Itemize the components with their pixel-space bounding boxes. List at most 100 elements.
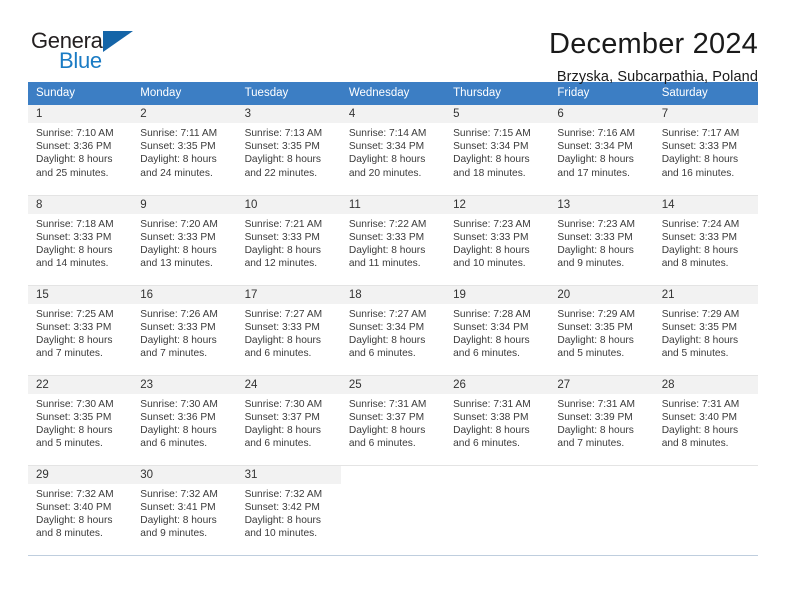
- calendar-day-cell[interactable]: 26 Sunrise: 7:31 AM Sunset: 3:38 PM Dayligh…: [445, 375, 550, 466]
- sunset-text: Sunset: 3:33 PM: [244, 321, 320, 333]
- calendar-day-cell[interactable]: 1 Sunrise: 7:10 AM Sunset: 3:36 PM Daylight…: [28, 105, 133, 196]
- calendar-day-cell[interactable]: 22 Sunrise: 7:30 AM Sunset: 3:35 PM Dayligh…: [28, 375, 133, 466]
- calendar-day-cell[interactable]: 2 Sunrise: 7:11 AM Sunset: 3:35 PM Daylight…: [132, 105, 237, 196]
- day-sun-info: Sunrise: 7:23 AM Sunset: 3:33 PM Daylight:…: [445, 214, 549, 271]
- sunset-text: Sunset: 3:35 PM: [36, 411, 112, 423]
- sunset-text: Sunset: 3:40 PM: [661, 411, 738, 423]
- day-number: 14: [653, 195, 758, 214]
- calendar-day-cell[interactable]: 12 Sunrise: 7:23 AM Sunset: 3:33 PM Dayligh…: [445, 195, 550, 286]
- calendar-day-cell[interactable]: 3 Sunrise: 7:13 AM Sunset: 3:35 PM Daylight…: [236, 105, 341, 196]
- day-number: 22: [28, 375, 133, 394]
- calendar-day-cell[interactable]: 9 Sunrise: 7:20 AM Sunset: 3:33 PM Daylight…: [132, 195, 237, 286]
- sunrise-text: Sunrise: 7:14 AM: [348, 128, 427, 139]
- calendar-day-cell[interactable]: 7 Sunrise: 7:17 AM Sunset: 3:33 PM Daylight…: [653, 105, 758, 196]
- page-title: December 2024: [549, 28, 758, 60]
- day-number: 3: [236, 105, 341, 123]
- day-sun-info: Sunrise: 7:22 AM Sunset: 3:33 PM Daylight:…: [341, 214, 445, 271]
- day-sun-info: Sunrise: 7:24 AM Sunset: 3:33 PM Daylight:…: [654, 214, 758, 271]
- calendar-day-cell[interactable]: 17 Sunrise: 7:27 AM Sunset: 3:33 PM Dayligh…: [236, 285, 341, 376]
- daylight-text-line1: Daylight: 8 hours: [557, 424, 634, 436]
- day-number: 25: [340, 375, 446, 394]
- calendar-day-cell[interactable]: 5 Sunrise: 7:15 AM Sunset: 3:34 PM Daylight…: [445, 105, 550, 196]
- day-number: 18: [340, 285, 446, 304]
- daylight-text-line1: Daylight: 8 hours: [453, 244, 530, 256]
- day-number: 15: [28, 285, 133, 304]
- calendar-day-cell[interactable]: 11 Sunrise: 7:22 AM Sunset: 3:33 PM Dayligh…: [340, 195, 446, 286]
- day-number: 6: [549, 105, 654, 123]
- calendar-header-row: Sunday Monday Tuesday Wednesday Thursday…: [28, 82, 758, 105]
- day-sun-info: Sunrise: 7:11 AM Sunset: 3:35 PM Daylight:…: [132, 123, 236, 180]
- day-number: 5: [445, 105, 550, 123]
- daylight-text-line1: Daylight: 8 hours: [661, 244, 739, 256]
- calendar-day-cell[interactable]: 23 Sunrise: 7:30 AM Sunset: 3:36 PM Dayligh…: [132, 375, 237, 466]
- daylight-text-line2: and 7 minutes.: [557, 438, 625, 450]
- sunset-text: Sunset: 3:36 PM: [36, 141, 112, 153]
- calendar-day-cell[interactable]: 10 Sunrise: 7:21 AM Sunset: 3:33 PM Dayligh…: [236, 195, 341, 286]
- calendar-day-cell[interactable]: 29 Sunrise: 7:32 AM Sunset: 3:40 PM Dayligh…: [28, 465, 133, 556]
- day-number: 1: [28, 105, 133, 123]
- sunrise-text: Sunrise: 7:32 AM: [36, 488, 114, 500]
- daylight-text-line1: Daylight: 8 hours: [36, 514, 113, 526]
- day-sun-info: Sunrise: 7:21 AM Sunset: 3:33 PM Daylight:…: [237, 214, 341, 271]
- general-blue-logo[interactable]: General Blue: [31, 28, 143, 76]
- sunrise-text: Sunrise: 7:16 AM: [557, 128, 635, 139]
- calendar-day-cell[interactable]: 24 Sunrise: 7:30 AM Sunset: 3:37 PM Dayligh…: [236, 375, 341, 466]
- sunset-text: Sunset: 3:34 PM: [348, 141, 425, 153]
- daylight-text-line1: Daylight: 8 hours: [453, 334, 530, 346]
- sunrise-text: Sunrise: 7:32 AM: [244, 488, 323, 500]
- calendar-day-cell[interactable]: 30 Sunrise: 7:32 AM Sunset: 3:41 PM Dayligh…: [132, 465, 237, 556]
- calendar-day-cell[interactable]: 16 Sunrise: 7:26 AM Sunset: 3:33 PM Dayligh…: [132, 285, 237, 376]
- daylight-text-line2: and 14 minutes.: [36, 258, 109, 270]
- day-sun-info: Sunrise: 7:30 AM Sunset: 3:36 PM Daylight:…: [132, 394, 236, 451]
- weekday-header-sunday: Sunday: [28, 82, 133, 105]
- sunrise-text: Sunrise: 7:21 AM: [244, 218, 323, 230]
- sunrise-text: Sunrise: 7:26 AM: [140, 308, 218, 320]
- calendar-day-cell[interactable]: 4 Sunrise: 7:14 AM Sunset: 3:34 PM Daylight…: [340, 105, 446, 196]
- daylight-text-line1: Daylight: 8 hours: [36, 334, 113, 346]
- calendar-day-cell[interactable]: 21 Sunrise: 7:29 AM Sunset: 3:35 PM Dayligh…: [653, 285, 758, 376]
- calendar-day-cell[interactable]: 28 Sunrise: 7:31 AM Sunset: 3:40 PM Dayligh…: [653, 375, 758, 466]
- calendar-day-cell[interactable]: 31 Sunrise: 7:32 AM Sunset: 3:42 PM Dayligh…: [236, 465, 341, 556]
- daylight-text-line2: and 22 minutes.: [244, 167, 318, 179]
- daylight-text-line2: and 17 minutes.: [557, 167, 630, 179]
- calendar-day-cell[interactable]: 18 Sunrise: 7:27 AM Sunset: 3:34 PM Dayligh…: [340, 285, 446, 376]
- calendar-day-cell[interactable]: 15 Sunrise: 7:25 AM Sunset: 3:33 PM Dayligh…: [28, 285, 133, 376]
- location-subtitle: Brzyska, Subcarpathia, Poland: [556, 69, 758, 86]
- daylight-text-line2: and 10 minutes.: [244, 528, 318, 540]
- day-number: 19: [445, 285, 550, 304]
- day-sun-info: Sunrise: 7:15 AM Sunset: 3:34 PM Daylight:…: [445, 123, 549, 180]
- sunrise-text: Sunrise: 7:29 AM: [557, 308, 635, 320]
- day-sun-info: Sunrise: 7:31 AM Sunset: 3:39 PM Daylight:…: [549, 394, 653, 451]
- calendar-day-cell[interactable]: 25 Sunrise: 7:31 AM Sunset: 3:37 PM Dayligh…: [340, 375, 446, 466]
- daylight-text-line1: Daylight: 8 hours: [661, 154, 739, 166]
- sunrise-text: Sunrise: 7:28 AM: [453, 308, 531, 320]
- weekday-header-tuesday: Tuesday: [236, 82, 341, 105]
- calendar-day-cell[interactable]: 14 Sunrise: 7:24 AM Sunset: 3:33 PM Dayligh…: [653, 195, 758, 286]
- sunset-text: Sunset: 3:36 PM: [140, 411, 216, 423]
- calendar-day-cell[interactable]: 20 Sunrise: 7:29 AM Sunset: 3:35 PM Dayligh…: [549, 285, 654, 376]
- day-number: 11: [340, 195, 446, 214]
- daylight-text-line2: and 16 minutes.: [661, 167, 735, 179]
- day-number: 13: [549, 195, 654, 214]
- calendar-day-cell[interactable]: 19 Sunrise: 7:28 AM Sunset: 3:34 PM Dayligh…: [445, 285, 550, 376]
- daylight-text-line2: and 8 minutes.: [661, 258, 729, 270]
- daylight-text-line1: Daylight: 8 hours: [453, 424, 530, 436]
- calendar-day-cell[interactable]: 27 Sunrise: 7:31 AM Sunset: 3:39 PM Dayligh…: [549, 375, 654, 466]
- daylight-text-line1: Daylight: 8 hours: [348, 424, 426, 436]
- calendar-day-cell[interactable]: 8 Sunrise: 7:18 AM Sunset: 3:33 PM Daylight…: [28, 195, 133, 286]
- calendar-container: Sunday Monday Tuesday Wednesday Thursday…: [0, 82, 792, 556]
- daylight-text-line2: and 6 minutes.: [453, 438, 520, 450]
- daylight-text-line2: and 5 minutes.: [36, 438, 103, 450]
- sunset-text: Sunset: 3:33 PM: [661, 231, 738, 243]
- sunrise-text: Sunrise: 7:17 AM: [661, 128, 740, 139]
- calendar-day-cell[interactable]: 6 Sunrise: 7:16 AM Sunset: 3:34 PM Daylight…: [549, 105, 654, 196]
- daylight-text-line1: Daylight: 8 hours: [661, 334, 739, 346]
- daylight-text-line1: Daylight: 8 hours: [36, 424, 113, 436]
- daylight-text-line1: Daylight: 8 hours: [348, 154, 426, 166]
- weekday-header-monday: Monday: [132, 82, 237, 105]
- title-block: December 2024 Brzyska, Subcarpathia, Pol…: [549, 28, 758, 85]
- day-sun-info: Sunrise: 7:31 AM Sunset: 3:38 PM Daylight:…: [445, 394, 549, 451]
- calendar-day-cell[interactable]: 13 Sunrise: 7:23 AM Sunset: 3:33 PM Dayligh…: [549, 195, 654, 286]
- sunset-text: Sunset: 3:33 PM: [36, 321, 112, 333]
- daylight-text-line1: Daylight: 8 hours: [453, 154, 530, 166]
